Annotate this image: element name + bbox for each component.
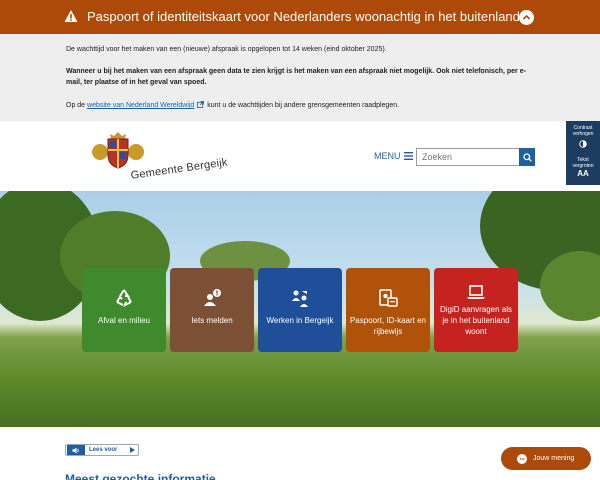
site-header: Gemeente Bergeijk MENU xyxy=(0,121,600,191)
report-person-icon xyxy=(204,289,221,306)
text-size-label: Tekst vergroten xyxy=(572,157,594,169)
hamburger-icon xyxy=(403,152,413,160)
tile-label: Paspoort, ID-kaart en rijbewijs xyxy=(349,316,427,336)
tile-label: Werken in Bergeijk xyxy=(266,316,334,325)
contrast-icon xyxy=(579,140,587,148)
alert-title: Paspoort of identiteitskaart voor Nederl… xyxy=(87,9,520,24)
alert-paragraph-bold: Wanneer u bij het maken van een afspraak… xyxy=(66,68,526,86)
nederland-wereldwijd-link[interactable]: website van Nederland Wereldwijd xyxy=(87,102,194,109)
menu-label: MENU xyxy=(374,151,401,161)
speaker-icon xyxy=(67,445,85,455)
tile-werken-in-bergeijk[interactable]: Werken in Bergeijk xyxy=(258,268,342,352)
id-card-icon xyxy=(379,289,398,307)
search-icon xyxy=(522,152,532,162)
alert-paragraph-link: Op de website van Nederland Wereldwijd k… xyxy=(66,100,536,111)
external-link-icon xyxy=(197,101,205,108)
accessibility-panel: Contrast verhogen Tekst vergroten AA xyxy=(566,121,600,185)
recycle-icon xyxy=(116,289,132,307)
tile-digid-buitenland[interactable]: DigiD aanvragen als je in het buitenland… xyxy=(434,268,518,352)
tile-afval-en-milieu[interactable]: Afval en milieu xyxy=(82,268,166,352)
tile-iets-melden[interactable]: Iets melden xyxy=(170,268,254,352)
feedback-button[interactable]: Jouw mening xyxy=(501,447,591,470)
municipality-logo[interactable]: Gemeente Bergeijk xyxy=(64,128,228,184)
warning-icon xyxy=(64,10,78,22)
tile-paspoort-id-rijbewijs[interactable]: Paspoort, ID-kaart en rijbewijs xyxy=(346,268,430,352)
play-icon xyxy=(130,447,135,453)
text-size-button[interactable]: Tekst vergroten AA xyxy=(566,157,600,178)
tile-label: Afval en milieu xyxy=(97,316,151,325)
search-button[interactable] xyxy=(519,148,535,166)
alert-text: Op de xyxy=(66,102,86,109)
tile-label: DigiD aanvragen als je in het buitenland… xyxy=(439,305,513,336)
alert-content: De wachttijd voor het maken van een (nie… xyxy=(0,34,600,121)
tile-label: Iets melden xyxy=(191,316,233,325)
alert-banner[interactable]: Paspoort of identiteitskaart voor Nederl… xyxy=(0,0,600,34)
read-aloud-label: Lees voor xyxy=(89,447,118,453)
coat-of-arms-icon xyxy=(92,132,144,169)
text-size-icon: AA xyxy=(577,169,589,178)
section-title: Meest gezochte informatie xyxy=(65,472,216,480)
alert-collapse-button[interactable] xyxy=(519,10,534,25)
read-aloud-button[interactable]: Lees voor xyxy=(65,444,139,456)
hero-landscape-image: Afval en milieu Iets melden Werken in Be… xyxy=(0,191,600,427)
feedback-label: Jouw mening xyxy=(533,455,575,462)
search-input[interactable] xyxy=(416,148,520,166)
chevron-up-icon xyxy=(522,14,531,20)
chat-icon xyxy=(517,453,527,464)
menu-button[interactable]: MENU xyxy=(374,151,413,161)
people-icon xyxy=(292,290,308,307)
contrast-button[interactable]: Contrast verhogen xyxy=(566,125,600,148)
alert-text: kunt u de wachttijden bij andere grensge… xyxy=(207,102,400,109)
laptop-icon xyxy=(467,285,485,299)
alert-paragraph: De wachttijd voor het maken van een (nie… xyxy=(66,46,387,53)
contrast-label: Contrast verhogen xyxy=(572,125,594,137)
